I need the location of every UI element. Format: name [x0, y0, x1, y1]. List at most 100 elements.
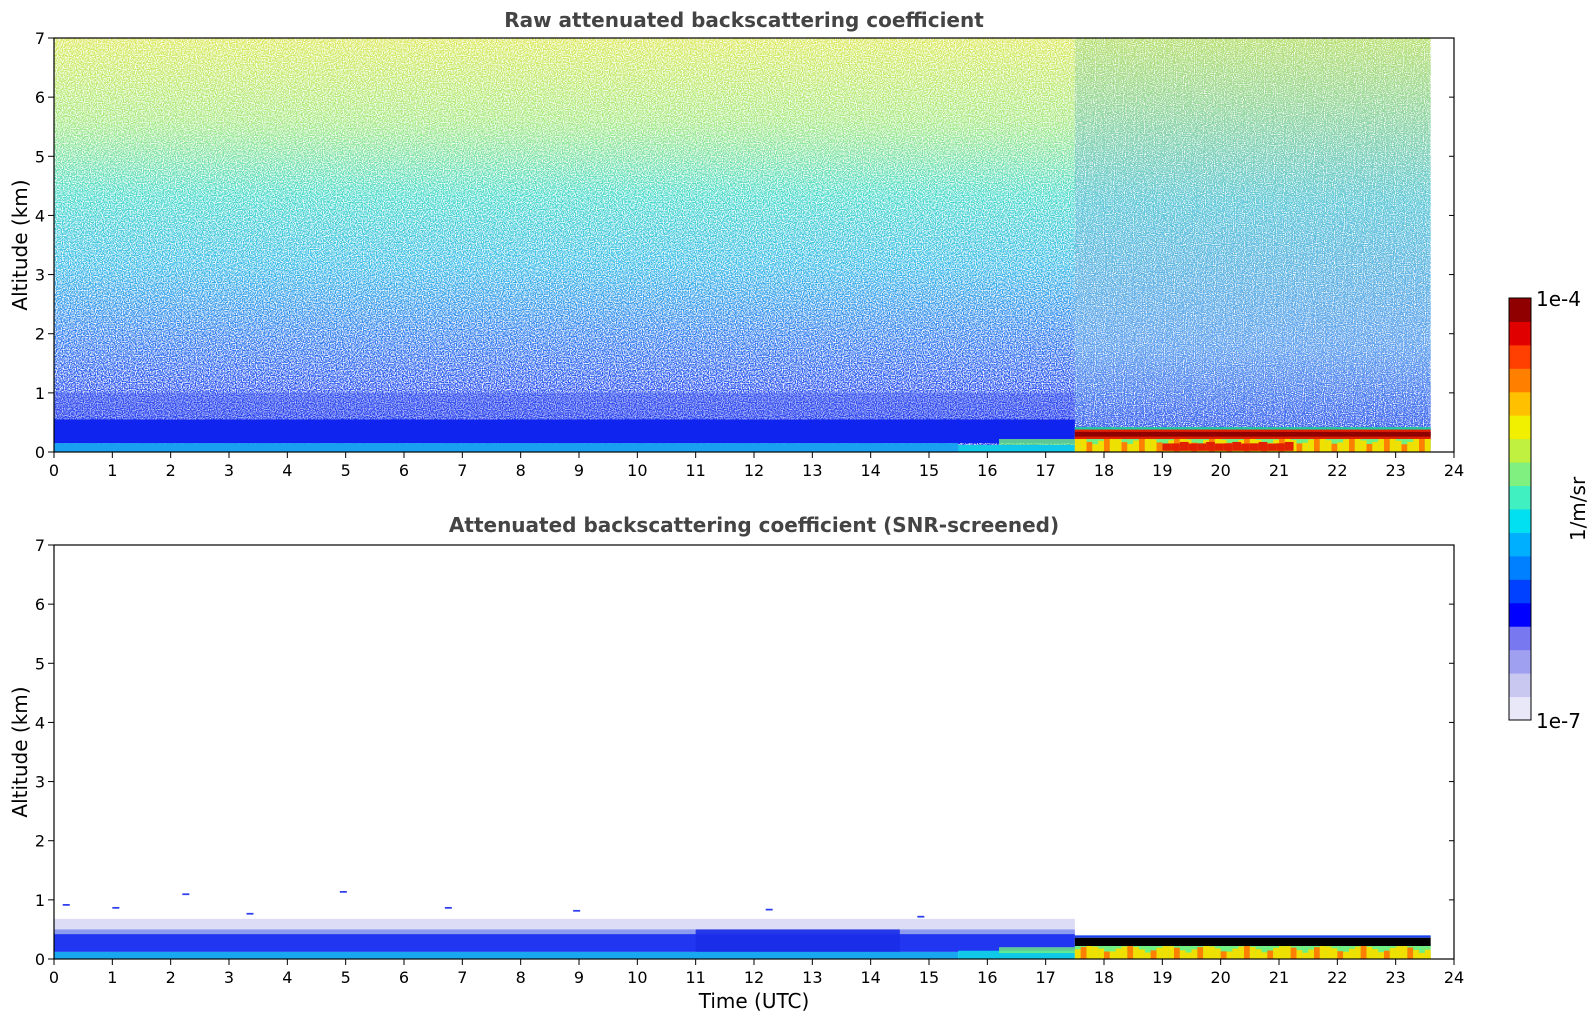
colorbar-swatch — [1509, 696, 1531, 721]
x-tick-label: 1 — [107, 968, 117, 987]
colorbar-swatch — [1509, 579, 1531, 604]
y-tick-label: 3 — [35, 266, 45, 285]
cloud-column — [1214, 443, 1224, 451]
screened-cloud-column — [1191, 949, 1198, 959]
boundary-layer — [54, 419, 1075, 444]
cloud-column — [1284, 441, 1294, 451]
x-tick-label: 22 — [1327, 968, 1347, 987]
raw-y-axis-label: Altitude (km) — [8, 179, 32, 310]
x-tick-label: 5 — [341, 461, 351, 480]
x-tick-label: 15 — [919, 461, 939, 480]
screened-cloud-column — [1389, 947, 1396, 959]
cloud-column — [1354, 438, 1361, 452]
colorbar-swatch — [1509, 532, 1531, 557]
colorbar: 1e-4 1e-7 1/m/sr — [1508, 287, 1590, 733]
screened-cloud-column — [1168, 946, 1174, 959]
cloud-top-core — [1074, 431, 1431, 437]
y-tick-label: 7 — [35, 29, 45, 48]
screened-cloud-column — [1255, 949, 1262, 959]
x-tick-label: 7 — [457, 968, 467, 987]
screened-cloud-column — [1092, 946, 1099, 959]
x-tick-label: 15 — [919, 968, 939, 987]
snr-y-ticks: 0 1 2 3 4 5 6 7 — [35, 536, 1454, 969]
screened-cloud-column — [1384, 950, 1390, 959]
colorbar-swatch — [1509, 438, 1531, 463]
screened-surface-layer — [54, 951, 959, 959]
noise-field-sparse — [1074, 38, 1431, 452]
x-tick-label: 12 — [744, 968, 764, 987]
x-tick-label: 7 — [457, 461, 467, 480]
x-tick-label: 0 — [49, 968, 59, 987]
y-tick-label: 0 — [35, 950, 45, 969]
cloud-column — [1206, 441, 1215, 451]
x-tick-label: 11 — [685, 968, 705, 987]
y-tick-label: 4 — [35, 206, 45, 225]
snr-plot-frame — [53, 544, 1455, 960]
raw-panel-title: Raw attenuated backscattering coefficien… — [504, 8, 984, 32]
screened-speckle — [112, 906, 120, 909]
screened-cloud-column — [1308, 949, 1314, 959]
cloud-column — [1115, 439, 1122, 452]
screened-speckle — [573, 909, 581, 912]
cloud-column — [1080, 439, 1087, 452]
figure: Raw attenuated backscattering coefficien… — [8, 8, 1590, 1013]
cloud-column — [1314, 437, 1320, 452]
x-axis-label: Time (UTC) — [698, 989, 810, 1013]
screened-cloud-column — [1378, 952, 1384, 959]
cloud-column — [1258, 441, 1268, 451]
x-tick-label: 2 — [166, 461, 176, 480]
colorbar-swatch — [1509, 298, 1531, 322]
screened-cloud-column — [1109, 951, 1116, 959]
cloud-column — [1223, 443, 1233, 451]
x-tick-label: 4 — [282, 968, 292, 987]
surface-layer — [54, 443, 959, 452]
screened-cloud-column — [1314, 947, 1320, 959]
screened-cloud-column — [1121, 946, 1128, 959]
screened-cloud-column — [1302, 952, 1309, 959]
screened-cloud-column — [1185, 952, 1192, 959]
x-tick-label: 23 — [1385, 461, 1405, 480]
cloud-column — [1162, 443, 1172, 451]
cloud-column — [1407, 441, 1414, 452]
cloud-column — [1401, 444, 1408, 452]
x-tick-label: 18 — [1094, 461, 1114, 480]
y-tick-label: 2 — [35, 832, 45, 851]
cloud-column — [1156, 442, 1163, 452]
raw-backscatter-panel: Raw attenuated backscattering coefficien… — [8, 8, 1464, 480]
screened-cloud-column — [1238, 946, 1244, 959]
x-tick-label: 4 — [282, 461, 292, 480]
screened-speckle — [917, 915, 925, 918]
screened-cloud-column — [1424, 949, 1431, 959]
cloud-column — [1074, 437, 1081, 452]
screened-cloud-column — [1115, 948, 1122, 959]
cloud-column — [1127, 443, 1134, 452]
screened-cloud-column — [1284, 946, 1291, 959]
y-tick-label: 1 — [35, 891, 45, 910]
colorbar-swatch — [1509, 368, 1531, 393]
colorbar-max-label: 1e-4 — [1536, 287, 1581, 311]
y-tick-label: 3 — [35, 773, 45, 792]
x-tick-label: 17 — [1035, 461, 1055, 480]
cloud-column — [1419, 437, 1425, 452]
screened-cloud-column — [1214, 948, 1221, 959]
screened-cloud-column — [1401, 946, 1408, 959]
surface-layer — [958, 444, 1075, 452]
screened-cloud-edge — [1074, 935, 1431, 938]
cloud-column — [1424, 438, 1431, 452]
cloud-column — [1395, 440, 1402, 452]
cloud-column — [1372, 442, 1379, 452]
screened-cloud-column — [1261, 952, 1268, 959]
raw-heatmap — [54, 38, 1431, 452]
cloud-column — [1308, 439, 1314, 452]
screened-cloud-column — [1162, 946, 1169, 959]
screened-speckle — [246, 912, 254, 915]
x-tick-label: 2 — [166, 968, 176, 987]
screened-speckle — [765, 908, 773, 911]
x-tick-label: 3 — [224, 968, 234, 987]
x-tick-label: 24 — [1444, 968, 1464, 987]
raw-x-ticks: 0 1 2 3 4 5 6 7 8 9 10 11 12 13 14 15 16 17 18 19 20 21 22 23 24 — [49, 452, 1464, 480]
screened-cloud-column — [1349, 948, 1355, 959]
screened-boundary-layer — [54, 934, 1075, 952]
cloud-column — [1109, 437, 1116, 452]
x-tick-label: 21 — [1269, 461, 1289, 480]
